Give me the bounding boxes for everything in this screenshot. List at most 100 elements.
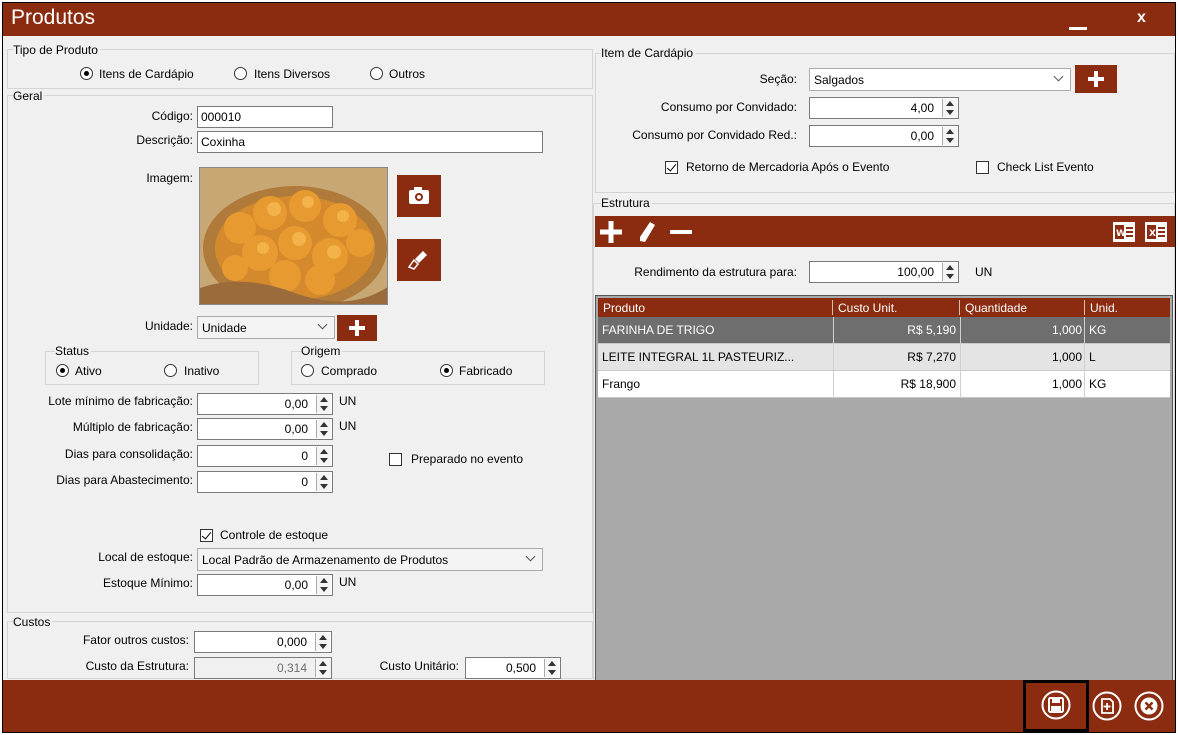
consumo-red-label: Consumo por Convidado Red.:	[632, 128, 797, 142]
codigo-field[interactable]: 000010	[197, 106, 333, 128]
table-row[interactable]: Frango R$ 18,900 1,000 KG	[598, 371, 1170, 398]
unidade-select[interactable]: Unidade	[197, 316, 335, 339]
svg-text:X: X	[1149, 229, 1156, 239]
preparado-label: Preparado no evento	[411, 452, 524, 466]
cell-divider	[833, 317, 834, 344]
custo-estrutura-label: Custo da Estrutura:	[85, 659, 189, 673]
new-button[interactable]	[1092, 691, 1122, 721]
geral-legend: Geral	[13, 89, 45, 103]
estoque-minimo-stepper[interactable]	[316, 576, 331, 594]
multiplo-stepper[interactable]	[316, 420, 331, 438]
table-row[interactable]: FARINHA DE TRIGO R$ 5,190 1,000 KG	[598, 317, 1170, 344]
custo-unitario-stepper[interactable]	[544, 659, 559, 677]
radio-itens-cardapio[interactable]	[80, 67, 93, 80]
consumo-red-stepper[interactable]	[942, 127, 957, 145]
table-row[interactable]: LEITE INTEGRAL 1L PASTEURIZ... R$ 7,270 …	[598, 344, 1170, 371]
lote-minimo-field[interactable]: 0,00	[197, 393, 333, 415]
secao-value: Salgados	[814, 73, 865, 87]
close-button[interactable]: x	[1137, 9, 1146, 27]
chevron-down-icon	[317, 319, 328, 330]
add-secao-button[interactable]	[1075, 65, 1117, 93]
item-cardapio-legend: Item de Cardápio	[601, 46, 696, 60]
local-estoque-select[interactable]: Local Padrão de Armazenamento de Produto…	[197, 548, 543, 571]
check-list-evento-checkbox[interactable]	[976, 161, 989, 174]
consumo-stepper[interactable]	[942, 99, 957, 117]
descricao-field[interactable]: Coxinha	[197, 131, 543, 153]
abastecimento-field[interactable]: 0	[197, 471, 333, 493]
custo-estrutura-value: 0,314	[276, 661, 307, 675]
column-header-unid[interactable]: Unid.	[1090, 301, 1118, 315]
radio-outros-label: Outros	[389, 67, 426, 81]
multiplo-field[interactable]: 0,00	[197, 418, 333, 440]
camera-button[interactable]	[397, 175, 441, 217]
excel-export-icon[interactable]: X	[1145, 222, 1167, 242]
cell-divider	[1084, 371, 1085, 398]
estoque-minimo-unit: UN	[339, 575, 357, 589]
radio-fabricado[interactable]	[440, 364, 453, 377]
column-header-quantidade[interactable]: Quantidade	[965, 301, 1027, 315]
multiplo-unit: UN	[339, 419, 357, 433]
radio-ativo-label: Ativo	[75, 364, 102, 378]
custo-unitario-label: Custo Unitário:	[379, 659, 459, 673]
consumo-red-field[interactable]: 0,00	[809, 125, 959, 147]
radio-ativo[interactable]	[56, 364, 69, 377]
rendimento-unit: UN	[975, 265, 993, 279]
consolidacao-field[interactable]: 0	[197, 445, 333, 467]
minimize-button[interactable]	[1069, 27, 1087, 30]
cell-divider	[833, 344, 834, 371]
cancel-button[interactable]	[1134, 691, 1164, 721]
cell-produto: Frango	[602, 377, 641, 391]
fator-custos-stepper[interactable]	[315, 633, 330, 651]
local-estoque-label: Local de estoque:	[98, 550, 193, 564]
remove-icon[interactable]	[669, 220, 693, 244]
consolidacao-stepper[interactable]	[316, 447, 331, 465]
fator-custos-field[interactable]: 0,000	[194, 631, 332, 653]
fator-custos-label: Fator outros custos:	[82, 633, 189, 647]
consolidacao-label: Dias para consolidação:	[64, 447, 193, 461]
save-button[interactable]	[1023, 680, 1089, 732]
chevron-down-icon	[1053, 71, 1064, 82]
word-export-icon[interactable]: W	[1113, 222, 1135, 242]
retorno-mercadoria-label: Retorno de Mercadoria Após o Evento	[686, 160, 890, 174]
radio-inativo[interactable]	[164, 364, 177, 377]
cell-unid: KG	[1089, 377, 1107, 391]
column-header-custo[interactable]: Custo Unit.	[838, 301, 897, 315]
radio-comprado[interactable]	[301, 364, 314, 377]
column-divider	[1084, 300, 1085, 315]
abastecimento-label: Dias para Abastecimento:	[56, 473, 193, 487]
estrutura-legend: Estrutura	[601, 196, 652, 210]
consumo-field[interactable]: 4,00	[809, 97, 959, 119]
custo-unitario-field[interactable]: 0,500	[465, 657, 561, 679]
preparado-checkbox[interactable]	[389, 453, 402, 466]
chevron-down-icon	[525, 551, 536, 562]
consumo-value: 4,00	[910, 101, 934, 115]
add-icon[interactable]	[599, 220, 623, 244]
cell-custo: R$ 7,270	[907, 350, 956, 364]
column-divider	[959, 300, 960, 315]
estrutura-toolbar: W X	[595, 216, 1175, 247]
multiplo-value: 0,00	[284, 422, 308, 436]
estoque-minimo-value: 0,00	[284, 578, 308, 592]
lote-minimo-stepper[interactable]	[316, 395, 331, 413]
secao-select[interactable]: Salgados	[809, 68, 1071, 91]
tipo-produto-legend: Tipo de Produto	[13, 43, 100, 57]
cell-custo: R$ 18,900	[900, 377, 956, 391]
edit-icon[interactable]	[635, 220, 659, 244]
radio-itens-diversos[interactable]	[234, 67, 247, 80]
lote-minimo-value: 0,00	[284, 397, 308, 411]
cell-quantidade: 1,000	[1051, 377, 1082, 391]
radio-outros[interactable]	[370, 67, 383, 80]
column-header-produto[interactable]: Produto	[603, 301, 645, 315]
estoque-minimo-field[interactable]: 0,00	[197, 574, 333, 596]
new-icon	[1092, 691, 1122, 724]
clear-image-button[interactable]	[397, 239, 441, 281]
add-unidade-button[interactable]	[337, 315, 377, 341]
controle-estoque-checkbox[interactable]	[200, 529, 213, 542]
abastecimento-stepper[interactable]	[316, 473, 331, 491]
radio-comprado-label: Comprado	[321, 364, 378, 378]
rendimento-stepper[interactable]	[942, 263, 957, 281]
rendimento-field[interactable]: 100,00	[809, 261, 959, 283]
cancel-icon	[1134, 691, 1164, 724]
svg-text:W: W	[1116, 229, 1126, 239]
retorno-mercadoria-checkbox[interactable]	[665, 161, 678, 174]
